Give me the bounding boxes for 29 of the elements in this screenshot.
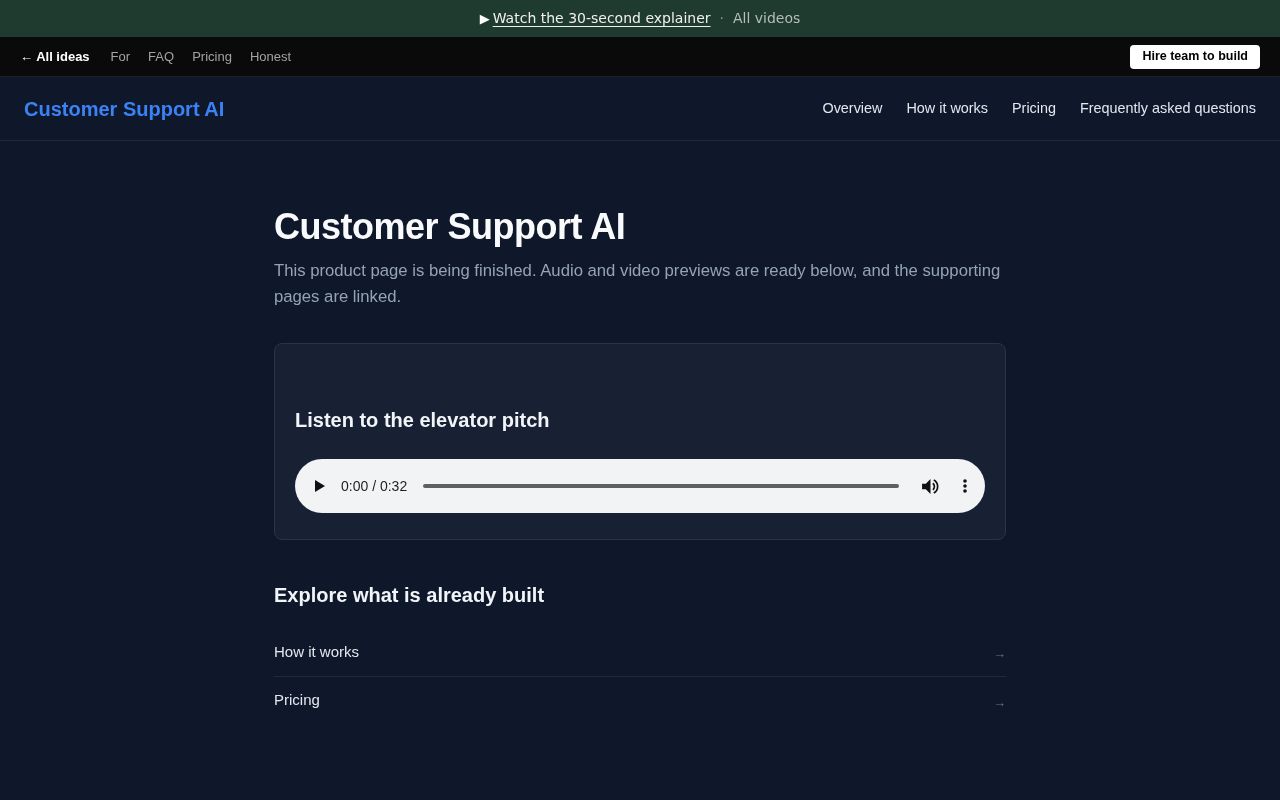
play-icon[interactable] [315,480,325,492]
header-nav-link[interactable]: Frequently asked questions [1080,97,1256,120]
volume-icon[interactable] [922,478,939,494]
nav-link[interactable]: Honest [249,46,292,67]
header-nav-link[interactable]: Pricing [1012,97,1056,120]
explore-link[interactable]: Pricing [274,689,320,712]
explainer-link[interactable]: Watch the 30-second explainer [492,8,711,29]
time-display: 0:00 / 0:32 [341,476,408,496]
page-title: Customer Support AI [274,205,627,249]
nav-link[interactable]: Pricing [192,46,232,67]
site-logo[interactable]: Customer Support AI [24,93,225,124]
separator-dot: · [719,9,724,28]
hire-team-button[interactable]: Hire team to build [1130,44,1260,69]
all-videos-link[interactable]: All videos [733,8,801,29]
progress-track[interactable] [423,484,899,488]
back-link[interactable]: ← All ideas [20,46,90,67]
audio-player[interactable]: 0:00 / 0:32 [295,459,985,513]
card-title: Listen to the elevator pitch [295,408,551,433]
nav-link[interactable]: For [110,46,131,67]
explore-link[interactable]: How it works [274,640,359,664]
header-nav-link[interactable]: Overview [822,97,883,120]
section-title: Explore what is already built [274,583,546,608]
header-nav-link[interactable]: How it works [906,97,988,120]
nav-link[interactable]: FAQ [148,46,175,67]
arrow-glyph: → [993,645,1006,664]
arrow-glyph: → [993,693,1006,712]
play-glyph: ▶ [479,9,490,28]
page-description: This product page is being finished. Audio and video previews are ready below, and the supporting pages are linked. [274,260,1002,308]
more-options-icon[interactable] [963,479,967,493]
